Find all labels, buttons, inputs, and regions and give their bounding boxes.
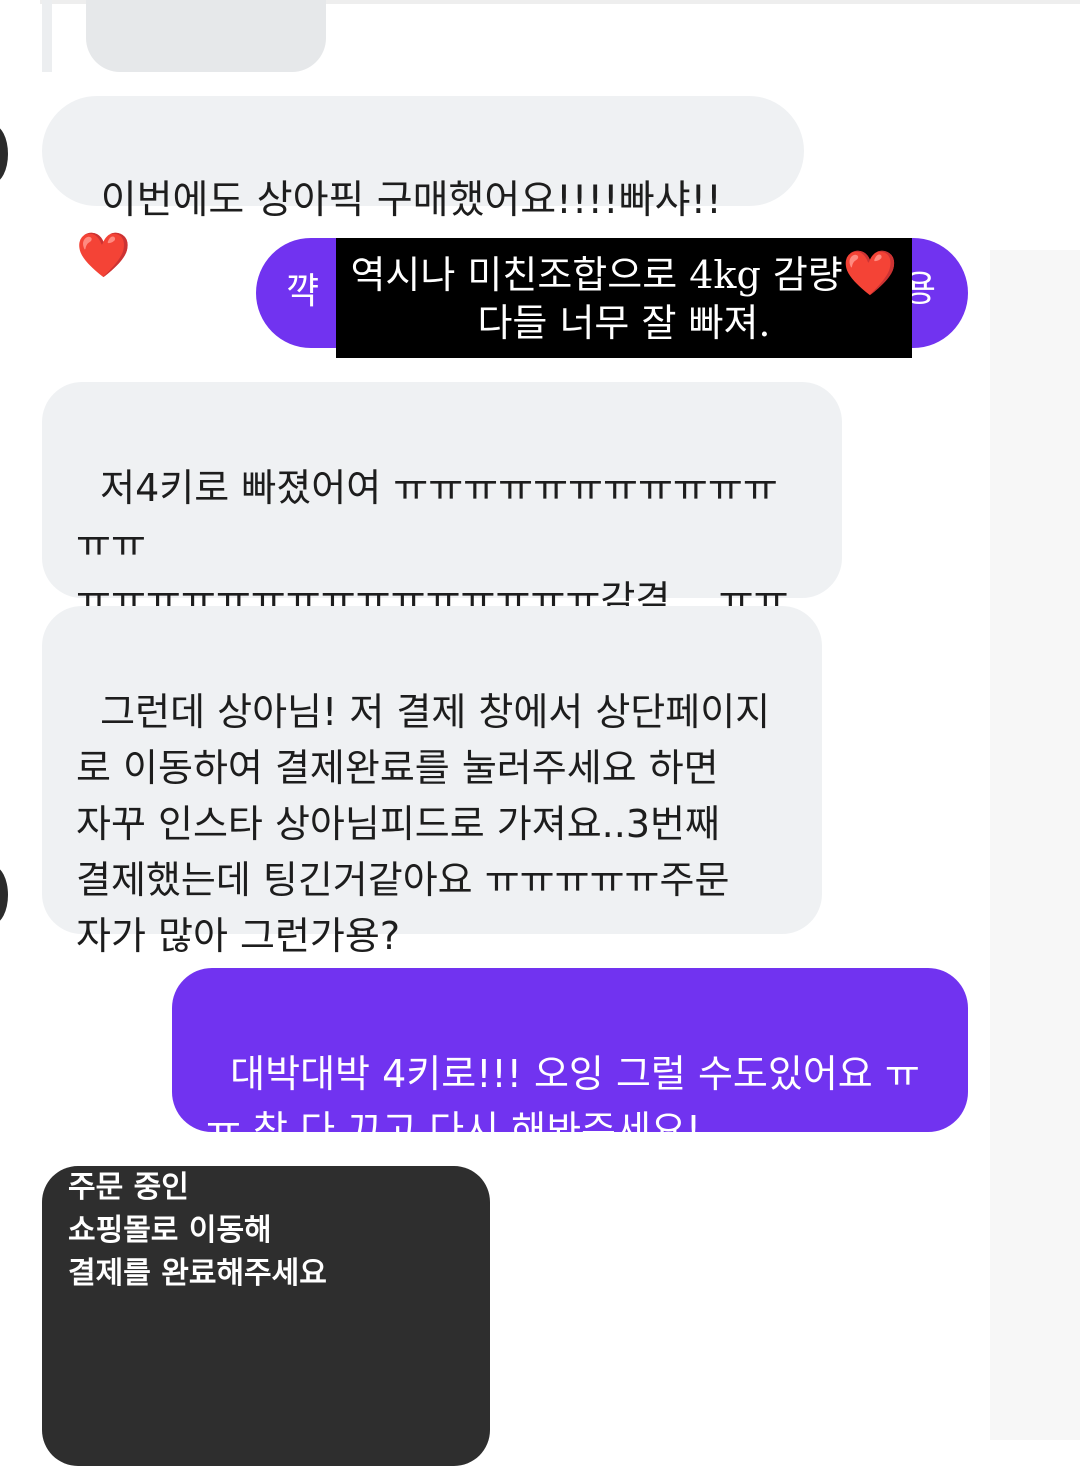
heart-emoji-icon: ❤️ — [76, 230, 131, 281]
message-bubble-sent[interactable]: 대박대박 4키로!!! 오잉 그럴 수도있어요 ㅠ ㅠ 창 다 끄고 다시 해봐… — [172, 968, 968, 1152]
avatar[interactable] — [0, 866, 8, 924]
heart-emoji-icon: ❤️ — [842, 248, 898, 299]
message-text: 대박대박 4키로!!! 오잉 그럴 수도있어요 ㅠ ㅠ 창 다 끄고 다시 해봐… — [206, 1052, 920, 1152]
message-bubble-received[interactable]: 그런데 상아님! 저 결제 창에서 상단페이지 로 이동하여 결제완료를 눌러주… — [42, 606, 822, 958]
caption-line: 역시나 미친조합으로 4kg 감량 — [350, 253, 843, 297]
background-panel — [990, 250, 1080, 1440]
message-bubble-received[interactable]: 이번에도 상아픽 구매했어요!!!!빠샤!! ❤️ — [42, 96, 804, 281]
message-text: 그런데 상아님! 저 결제 창에서 상단페이지 로 이동하여 결제완료를 눌러주… — [76, 690, 771, 958]
shared-post-preview[interactable] — [86, 0, 326, 72]
shared-story-card[interactable]: 주문 중인 쇼핑몰로 이동해 결제를 완료해주세요 — [42, 1166, 490, 1466]
caption-line: 다들 너무 잘 빠져. — [477, 301, 771, 345]
caption-overlay: 역시나 미친조합으로 4kg 감량❤️ 다들 너무 잘 빠져. — [336, 238, 912, 358]
story-text-line: 주문 중인 — [68, 1170, 189, 1205]
avatar[interactable] — [0, 125, 8, 183]
message-text-fragment: 꺅 — [286, 271, 320, 312]
reply-thread-line — [42, 0, 52, 72]
message-bubble-received[interactable]: 저4키로 빠졌어여 ㅠㅠㅠㅠㅠㅠㅠㅠㅠㅠㅠㅠㅠ ㅠㅠㅠㅠㅠㅠㅠㅠㅠㅠㅠㅠㅠㅠㅠ감… — [42, 382, 842, 734]
story-text-line: 쇼핑몰로 이동해 — [68, 1213, 272, 1248]
story-text-line: 결제를 완료해주세요 — [68, 1256, 327, 1291]
message-text: 이번에도 상아픽 구매했어요!!!!빠샤!! — [100, 178, 722, 223]
